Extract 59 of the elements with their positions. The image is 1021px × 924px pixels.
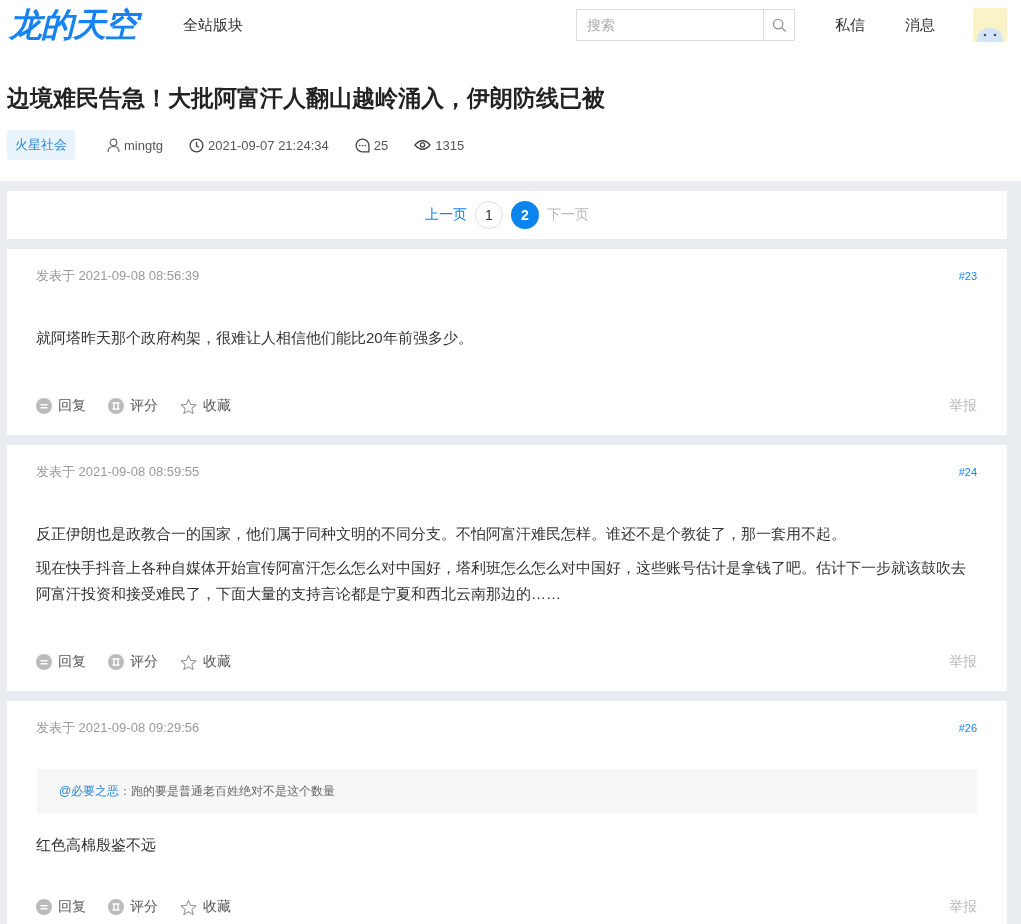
action-label: 评分 — [130, 653, 158, 671]
avatar[interactable] — [973, 8, 1007, 42]
action-label: 收藏 — [203, 898, 231, 916]
post-action[interactable]: 评分 — [108, 397, 158, 415]
view-count: 1315 — [435, 137, 465, 153]
action-label: 收藏 — [203, 397, 231, 415]
coin-icon — [108, 899, 124, 915]
star-icon — [180, 898, 197, 916]
post-text: 红色高棉殷鉴不远 — [36, 835, 157, 855]
star-icon — [180, 653, 197, 671]
coin-icon — [108, 398, 124, 414]
action-label: 回复 — [58, 397, 86, 415]
thread-title: 边境难民告急！大批阿富汗人翻山越岭涌入，伊朗防线已被 — [7, 84, 606, 113]
post-action[interactable]: 收藏 — [180, 653, 231, 671]
post-action[interactable]: 评分 — [108, 653, 158, 671]
post-action[interactable]: 回复 — [36, 397, 86, 415]
post-action[interactable]: 收藏 — [180, 898, 231, 916]
action-label: 收藏 — [203, 653, 231, 671]
prev-page-link[interactable]: 上一页 — [425, 206, 467, 224]
floor-number[interactable]: #24 — [958, 466, 977, 478]
chat-bubble-icon — [36, 398, 52, 414]
post-action[interactable]: 评分 — [108, 898, 158, 916]
user-icon — [107, 138, 120, 152]
site-logo[interactable]: 龙的天空 — [7, 5, 143, 45]
page-number[interactable]: 2 — [511, 201, 539, 229]
post-action[interactable]: 回复 — [36, 898, 86, 916]
quoted-reply: @必要之恶：跑的要是普通老百姓绝对不是这个数量 — [37, 769, 977, 814]
chat-bubble-icon — [354, 137, 370, 153]
floor-number[interactable]: #23 — [958, 270, 977, 282]
action-label: 评分 — [130, 898, 158, 916]
post-date: 发表于 2021-09-08 08:56:39 — [36, 267, 200, 285]
post-text: 反正伊朗也是政教合一的国家，他们属于同种文明的不同分支。不怕阿富汗难民怎样。谁还不是个教徒了，那一套用不起。 — [36, 524, 847, 544]
action-label: 评分 — [130, 397, 158, 415]
post-text: 现在快手抖音上各种自媒体开始宣传阿富汗怎么怎么对中国好，塔利班怎么怎么对中国好，这些账号估计是拿钱了吧。估计下一步就该鼓吹去阿富汗投资和接受难民了，下面大量的支持言论都是宁夏和西北云南那边的…… — [36, 558, 967, 604]
author-name[interactable]: mingtg — [124, 137, 164, 153]
star-icon — [180, 397, 197, 415]
forum-tag[interactable]: 火星社会 — [7, 130, 75, 160]
header-link[interactable]: 消息 — [905, 15, 935, 35]
post-date: 发表于 2021-09-08 08:59:55 — [36, 463, 200, 481]
chat-bubble-icon — [36, 899, 52, 915]
chat-bubble-icon — [36, 654, 52, 670]
eye-icon — [414, 139, 432, 151]
search-icon — [771, 17, 787, 33]
post-date: 发表于 2021-09-08 09:29:56 — [36, 719, 200, 737]
quoted-user-link[interactable]: @必要之恶 — [59, 784, 120, 798]
header-link[interactable]: 私信 — [835, 15, 865, 35]
action-label: 回复 — [58, 653, 86, 671]
floor-number[interactable]: #26 — [958, 722, 977, 734]
post-time: 2021-09-07 21:24:34 — [208, 137, 329, 153]
post-action[interactable]: 收藏 — [180, 397, 231, 415]
nav-link[interactable]: 全站版块 — [183, 15, 243, 35]
reply-count: 25 — [373, 137, 389, 153]
clock-icon — [189, 137, 205, 153]
search-field[interactable]: 搜索 — [576, 9, 763, 41]
action-label: 回复 — [58, 898, 86, 916]
coin-icon — [108, 654, 124, 670]
search-button[interactable] — [763, 9, 795, 41]
post-text: 就阿塔昨天那个政府构架，很难让人相信他们能比20年前强多少。 — [36, 328, 474, 348]
post-action[interactable]: 回复 — [36, 653, 86, 671]
